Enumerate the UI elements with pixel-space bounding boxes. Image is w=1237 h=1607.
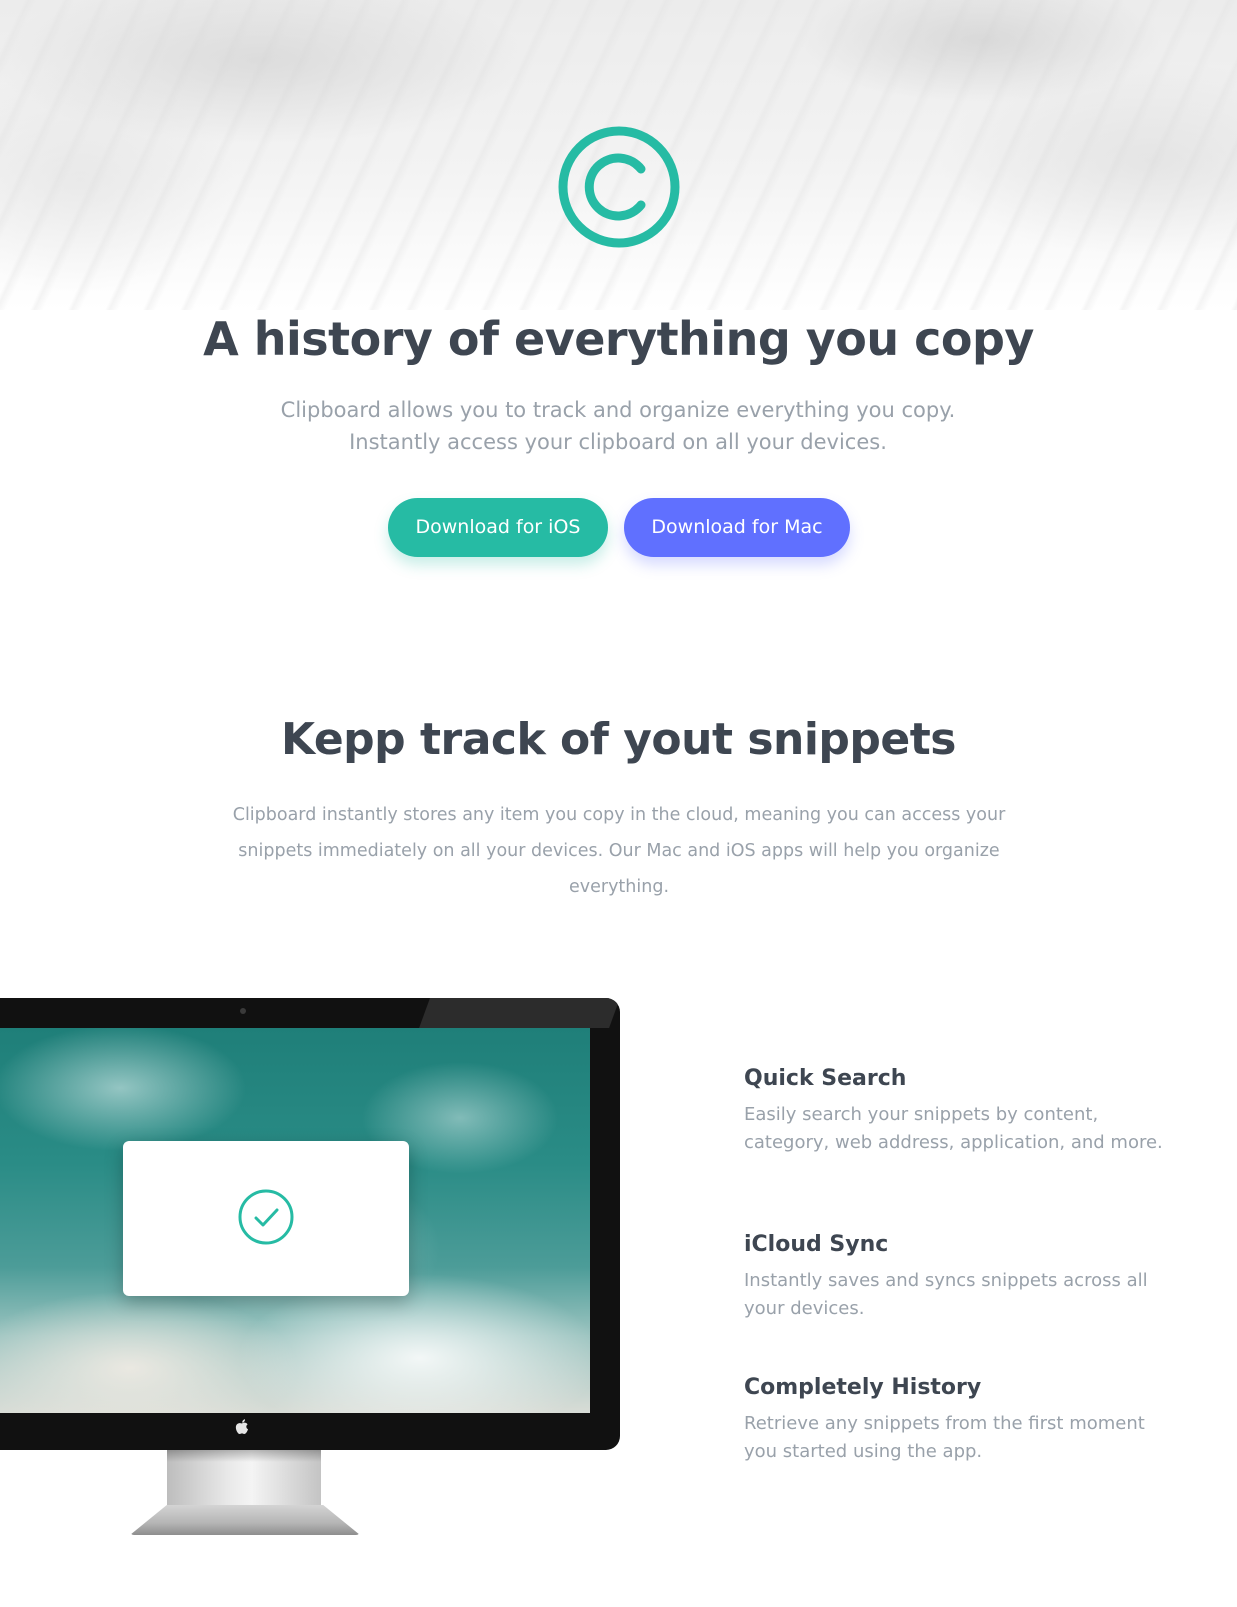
monitor-bezel-reflection bbox=[419, 998, 620, 1028]
feature-description: Easily search your snippets by content, … bbox=[744, 1104, 1163, 1153]
feature-title: Completely History bbox=[744, 1375, 982, 1400]
feature-description: Instantly saves and syncs snippets acros… bbox=[744, 1270, 1148, 1319]
apple-icon bbox=[235, 1419, 248, 1434]
feature-completely-history: Completely History Retrieve any snippets… bbox=[744, 1374, 1164, 1466]
snippets-title: Kepp track of yout snippets bbox=[281, 714, 957, 765]
check-circle-icon bbox=[238, 1189, 294, 1245]
copyright-icon bbox=[557, 125, 681, 249]
monitor-stand-shadow bbox=[167, 1450, 321, 1462]
feature-description: Retrieve any snippets from the first mom… bbox=[744, 1413, 1145, 1462]
snippets-description: Clipboard instantly stores any item you … bbox=[232, 805, 1006, 897]
monitor-base bbox=[130, 1505, 360, 1535]
feature-title: iCloud Sync bbox=[744, 1232, 889, 1257]
feature-quick-search: Quick Search Easily search your snippets… bbox=[744, 1065, 1164, 1157]
hero-subtitle-line-2: Instantly access your clipboard on all y… bbox=[349, 430, 887, 454]
camera-icon bbox=[240, 1008, 246, 1014]
feature-icloud-sync: iCloud Sync Instantly saves and syncs sn… bbox=[744, 1231, 1164, 1323]
download-mac-button[interactable]: Download for Mac bbox=[624, 498, 850, 557]
download-ios-button[interactable]: Download for iOS bbox=[388, 498, 608, 557]
hero-title: A history of everything you copy bbox=[203, 312, 1034, 366]
monitor-illustration bbox=[0, 998, 620, 1450]
feature-title: Quick Search bbox=[744, 1066, 907, 1091]
hero-subtitle: Clipboard allows you to track and organi… bbox=[218, 394, 1018, 458]
monitor-screen bbox=[0, 1028, 590, 1413]
hero-subtitle-line-1: Clipboard allows you to track and organi… bbox=[280, 398, 956, 422]
success-dialog bbox=[123, 1141, 409, 1296]
